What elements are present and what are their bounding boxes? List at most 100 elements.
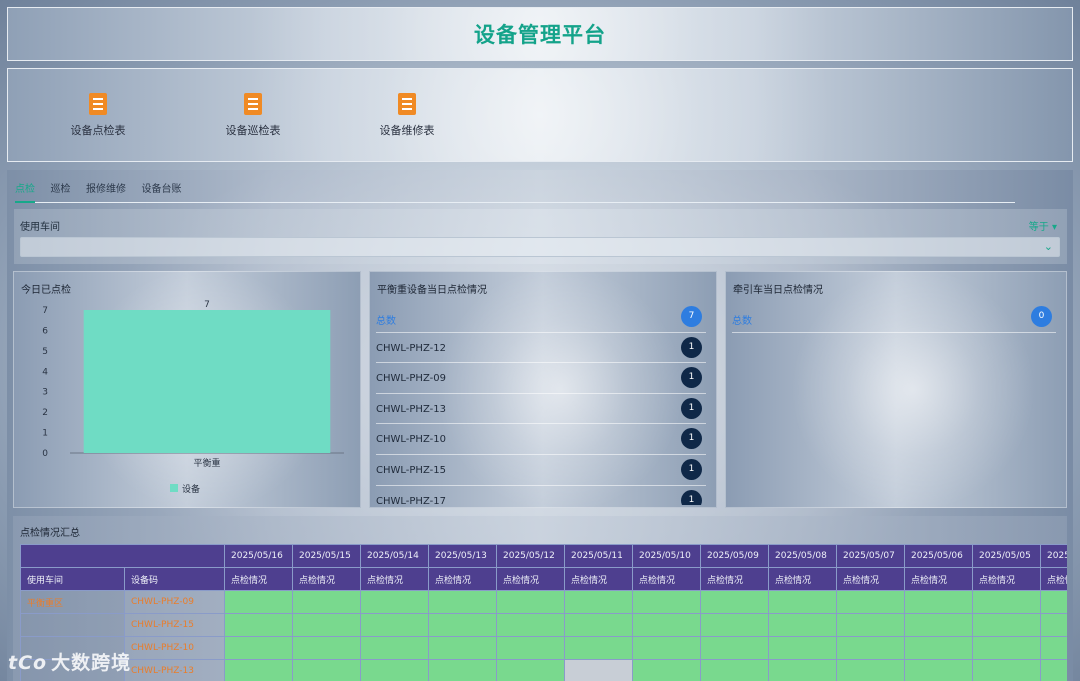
status-cell[interactable] [224, 636, 293, 660]
status-cell[interactable] [292, 613, 361, 637]
date-header: 2025/05/11 [564, 544, 633, 568]
device-code: CHWL-PHZ-10 [376, 434, 446, 446]
status-cell[interactable] [700, 613, 769, 637]
status-cell[interactable] [564, 590, 633, 614]
device-code-cell: CHWL-PHZ-15 [124, 613, 225, 637]
status-cell[interactable] [428, 590, 497, 614]
device-code-cell: CHWL-PHZ-09 [124, 590, 225, 614]
status-cell[interactable] [972, 636, 1041, 660]
list-total-row[interactable]: 总数 0 [732, 302, 1056, 333]
tab-inspection[interactable]: 点检 [15, 180, 35, 203]
date-header: 2025/05/13 [428, 544, 497, 568]
list-item[interactable]: CHWL-PHZ-13 1 [376, 394, 706, 425]
status-cell[interactable] [564, 613, 633, 637]
workshop-filter: 使用车间 等于 ⌄ [14, 209, 1067, 264]
status-cell[interactable] [360, 659, 429, 681]
status-cell[interactable] [1040, 590, 1067, 614]
status-cell[interactable] [292, 659, 361, 681]
workshop-select[interactable]: ⌄ [20, 237, 1060, 257]
table-row[interactable]: CHWL-PHZ-10 [20, 636, 1067, 660]
quick-link-patrol-table[interactable]: 设备巡检表 [203, 93, 303, 138]
filter-operator-dropdown[interactable]: 等于 [1029, 218, 1057, 233]
status-cell[interactable] [496, 590, 565, 614]
status-cell[interactable] [496, 636, 565, 660]
status-cell[interactable] [360, 590, 429, 614]
total-label: 总数 [732, 316, 752, 327]
status-cell[interactable] [428, 659, 497, 681]
device-code: CHWL-PHZ-15 [376, 464, 446, 476]
status-cell[interactable] [768, 613, 837, 637]
quick-link-repair-table[interactable]: 设备维修表 [357, 93, 457, 138]
status-column-header: 点检情况 [836, 567, 905, 591]
status-cell[interactable] [632, 636, 701, 660]
status-cell[interactable] [632, 613, 701, 637]
status-cell[interactable] [496, 613, 565, 637]
bar [83, 310, 331, 453]
status-cell[interactable] [904, 590, 973, 614]
status-cell[interactable] [836, 613, 905, 637]
status-cell[interactable] [836, 636, 905, 660]
count-badge: 7 [681, 306, 702, 327]
status-cell[interactable] [1040, 636, 1067, 660]
status-cell[interactable] [836, 590, 905, 614]
summary-table-wrap[interactable]: 2025/05/16 2025/05/15 2025/05/14 2025/05/13… [20, 544, 1067, 681]
list-item[interactable]: CHWL-PHZ-10 1 [376, 424, 706, 455]
status-cell[interactable] [972, 613, 1041, 637]
status-cell[interactable] [972, 590, 1041, 614]
table-row[interactable]: CHWL-PHZ-13 [20, 659, 1067, 681]
page-header: 设备管理平台 [7, 7, 1073, 61]
date-header: 2025/05/07 [836, 544, 905, 568]
status-cell[interactable] [564, 659, 633, 681]
tab-bar: 点检 巡检 报修维修 设备台账 [15, 180, 1015, 203]
status-cell[interactable] [496, 659, 565, 681]
status-cell[interactable] [768, 590, 837, 614]
list-item[interactable]: CHWL-PHZ-12 1 [376, 333, 706, 364]
tractor-status-card: 牵引车当日点检情况 总数 0 [725, 271, 1067, 508]
status-cell[interactable] [292, 636, 361, 660]
status-cell[interactable] [768, 659, 837, 681]
status-cell[interactable] [1040, 613, 1067, 637]
list-item[interactable]: CHWL-PHZ-15 1 [376, 455, 706, 486]
tab-patrol[interactable]: 巡检 [51, 180, 71, 201]
inspection-summary: 点检情况汇总 2025/05/16 2025/05/15 2025/05/14 202… [13, 516, 1067, 681]
tab-repair[interactable]: 报修维修 [86, 180, 126, 201]
tractor-list: 总数 0 [732, 302, 1056, 505]
count-badge: 1 [681, 458, 702, 480]
status-cell[interactable] [224, 659, 293, 681]
status-cell[interactable] [700, 636, 769, 660]
status-cell[interactable] [564, 636, 633, 660]
status-cell[interactable] [768, 636, 837, 660]
status-cell[interactable] [700, 590, 769, 614]
status-cell[interactable] [632, 659, 701, 681]
tab-equipment-ledger[interactable]: 设备台账 [142, 180, 182, 201]
table-row[interactable]: 平衡重区 CHWL-PHZ-09 [20, 590, 1067, 614]
status-cell[interactable] [904, 613, 973, 637]
status-cell[interactable] [292, 590, 361, 614]
status-cell[interactable] [1040, 659, 1067, 681]
status-cell[interactable] [700, 659, 769, 681]
summary-title: 点检情况汇总 [20, 528, 80, 539]
list-total-row[interactable]: 总数 7 [376, 302, 706, 333]
status-cell[interactable] [972, 659, 1041, 681]
table-row[interactable]: CHWL-PHZ-15 [20, 613, 1067, 637]
watermark: tCo 大数跨境 [8, 648, 131, 675]
count-badge: 1 [681, 367, 702, 389]
status-cell[interactable] [836, 659, 905, 681]
status-cell[interactable] [360, 613, 429, 637]
list-item[interactable]: CHWL-PHZ-17 1 [376, 486, 706, 505]
status-cell[interactable] [632, 590, 701, 614]
status-cell[interactable] [224, 590, 293, 614]
status-cell[interactable] [360, 636, 429, 660]
y-tick-label: 4 [42, 367, 48, 377]
list-item[interactable]: CHWL-PHZ-09 1 [376, 363, 706, 394]
quick-link-inspection-table[interactable]: 设备点检表 [48, 93, 148, 138]
status-cell[interactable] [904, 636, 973, 660]
status-cell[interactable] [904, 659, 973, 681]
status-cell[interactable] [224, 613, 293, 637]
status-cell[interactable] [428, 613, 497, 637]
count-badge: 1 [681, 489, 702, 505]
status-column-header: 点检情况 [292, 567, 361, 591]
status-cell[interactable] [428, 636, 497, 660]
quick-link-label: 设备维修表 [379, 124, 435, 137]
quick-link-label: 设备点检表 [70, 124, 126, 137]
